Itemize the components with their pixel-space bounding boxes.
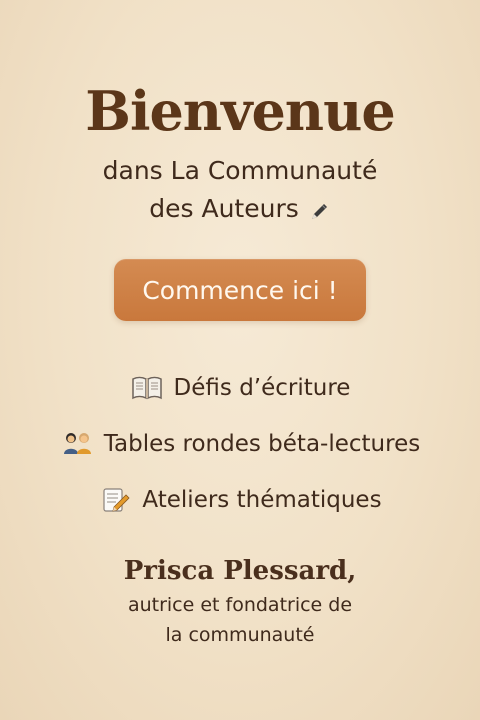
feature-label: Défis d’écriture (173, 375, 351, 401)
feature-list: Défis d’écriture Tables rondes béta-lect… (0, 360, 480, 528)
memo-icon (98, 486, 132, 514)
feature-item-beta-reading-roundtables: Tables rondes béta-lectures (0, 416, 480, 472)
feature-item-themed-workshops: Ateliers thématiques (0, 472, 480, 528)
author-role-line-2: la communauté (165, 624, 315, 646)
book-icon (130, 374, 164, 402)
start-button[interactable]: Commence ici ! (114, 259, 366, 321)
author-signature: Prisca Plessard, autrice et fondatrice d… (0, 552, 480, 650)
page-title: Bienvenue (85, 79, 395, 143)
feature-label: Ateliers thématiques (142, 487, 382, 513)
subtitle: dans La Communauté des Auteurs (0, 152, 480, 228)
author-name: Prisca Plessard, (123, 556, 357, 586)
feature-label: Tables rondes béta-lectures (103, 431, 421, 457)
people-icon (60, 430, 94, 458)
pen-icon (307, 197, 331, 221)
feature-item-writing-challenges: Défis d’écriture (0, 360, 480, 416)
subtitle-line-1: dans La Communauté (102, 156, 378, 185)
subtitle-line-2-wrapper: des Auteurs (149, 190, 331, 228)
welcome-screen: Bienvenue dans La Communauté des Auteurs… (0, 0, 480, 720)
subtitle-line-2: des Auteurs (149, 194, 299, 223)
author-role-line-1: autrice et fondatrice de (127, 594, 353, 616)
